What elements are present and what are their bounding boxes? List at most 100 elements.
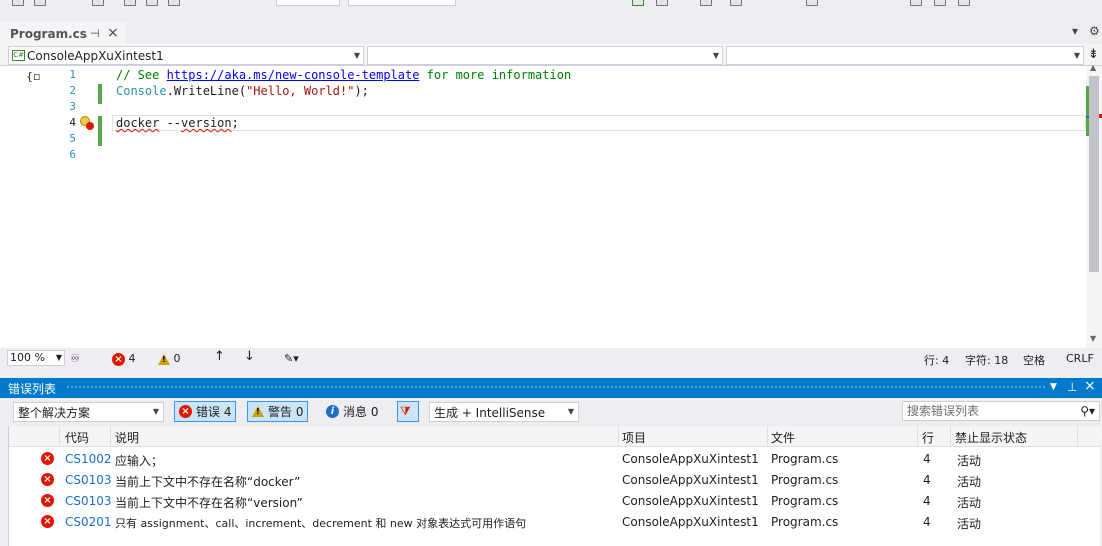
browse-icon[interactable] [700,0,712,6]
column-header-desc[interactable]: 说明 [115,429,139,446]
comment-icon[interactable] [806,0,818,6]
scope-label: 整个解决方案 [18,405,91,420]
chevron-down-icon: ▼ [567,407,574,416]
line-number: 4 [69,116,76,129]
tab-program-cs[interactable]: Program.cs ⊣ × [0,22,126,44]
error-state: 活动 [957,496,982,510]
bookmark-prev-icon[interactable] [934,0,946,6]
error-icon: × [41,493,54,507]
arrow-down-icon[interactable]: ↓ [244,349,255,364]
split-icon[interactable]: ⇟ [1088,47,1099,62]
error-code-link[interactable]: CS0103 [65,473,112,487]
scope-dropdown[interactable]: 整个解决方案 ▼ [13,402,164,422]
forward-icon[interactable] [34,0,46,6]
error-icon: × [41,472,54,486]
error-line: 4 [923,473,931,487]
drag-grip[interactable] [66,385,1046,390]
change-bar [98,84,102,104]
column-header-project[interactable]: 项目 [622,429,646,446]
code-line-4: docker --version; [116,116,239,130]
current-line-highlight [112,115,1086,131]
editor-scrollbar[interactable]: ▲ ▼ [1086,63,1102,348]
scroll-down-icon[interactable]: ▼ [1090,334,1096,343]
configuration-combo[interactable] [276,0,340,6]
source-dropdown[interactable]: 生成 + IntelliSense ▼ [429,402,579,422]
stop-icon[interactable] [656,0,668,6]
navigation-bar: C# ConsoleAppXuXintest1 ▼ ▼ ▼ ⇟ [0,44,1102,66]
pin-icon[interactable]: ⊥ [1067,380,1077,394]
grid-header: 代码 说明 项目 文件 行 禁止显示状态 [9,426,1101,447]
table-row[interactable]: × CS0103 当前上下文中不存在名称“docker” ConsoleAppX… [9,469,1101,490]
error-description: 当前上下文中不存在名称“version” [115,496,303,510]
error-code-link[interactable]: CS0103 [65,494,112,508]
error-project: ConsoleAppXuXintest1 [622,494,759,508]
line-ending-indicator[interactable]: CRLF [1066,352,1094,365]
error-list-grid: 代码 说明 项目 文件 行 禁止显示状态 × CS1002 应输入； Conso… [8,426,1101,546]
zoom-combo[interactable]: 100 % ▼ [7,350,65,366]
error-count[interactable]: × 4 [112,352,136,366]
references-icon[interactable]: {▫ [26,70,40,83]
member-dropdown[interactable]: ▼ [726,46,1084,65]
csharp-project-icon: C# [12,50,25,61]
column-header-line[interactable]: 行 [922,429,934,446]
chevron-down-icon: ▼ [1073,51,1080,60]
error-icon: × [41,514,54,528]
gear-icon[interactable]: ⚙ [1089,24,1100,38]
change-bar [98,116,102,146]
column-header-file[interactable]: 文件 [771,429,795,446]
errors-filter-button[interactable]: × 错误 4 [174,401,237,422]
char-indicator[interactable]: 字符: 18 [965,352,1008,368]
copilot-icon[interactable]: ♾ [70,352,80,365]
panel-title: 错误列表 [8,381,57,396]
whitespace-indicator[interactable]: 空格 [1023,352,1045,368]
scroll-up-icon[interactable]: ▲ [1090,63,1096,72]
error-code-link[interactable]: CS0201 [65,515,112,529]
table-row[interactable]: × CS0103 当前上下文中不存在名称“version” ConsoleApp… [9,490,1101,511]
column-header-suppress[interactable]: 禁止显示状态 [955,429,1027,446]
warnings-filter-button[interactable]: 警告 0 [247,401,309,422]
save-icon[interactable] [146,0,158,6]
tab-list-icon[interactable]: ▾ [1072,24,1078,38]
brush-icon[interactable]: ✎▾ [284,352,299,365]
error-icon: × [179,405,192,418]
column-header-code[interactable]: 代码 [65,429,89,446]
open-file-icon[interactable] [124,0,136,6]
save-all-icon[interactable] [168,0,180,6]
arrow-up-icon[interactable]: ↑ [214,349,225,364]
back-icon[interactable] [12,0,24,6]
new-item-icon[interactable] [92,0,104,6]
error-marker-icon [86,122,94,130]
template-link[interactable]: https://aka.ms/new-console-template [167,68,420,82]
document-tab-bar: Program.cs ⊣ × ▾ ⚙ [0,22,1102,44]
pin-icon[interactable]: ⊣ [90,27,100,40]
bookmark-icon[interactable] [910,0,922,6]
line-indicator[interactable]: 行: 4 [924,352,949,368]
chevron-down-icon[interactable]: ▼ [1050,382,1057,392]
error-description: 只有 assignment、call、increment、decrement 和… [115,517,527,530]
start-icon[interactable] [632,0,644,6]
filter-toggle-button[interactable]: ⧩ [397,401,419,422]
error-line: 4 [923,494,931,508]
messages-filter-button[interactable]: i 消息 0 [321,401,383,422]
search-icon: ⚲▾ [1080,404,1095,418]
table-row[interactable]: × CS1002 应输入； ConsoleAppXuXintest1 Progr… [9,448,1101,469]
platform-combo[interactable] [348,0,456,6]
error-file: Program.cs [771,515,839,529]
warning-count[interactable]: 0 [158,352,181,365]
code-editor[interactable]: {▫ 1 2 3 4 5 6 // See https://aka.ms/new… [0,66,1086,348]
close-icon[interactable]: × [1084,378,1096,394]
project-dropdown[interactable]: C# ConsoleAppXuXintest1 ▼ [8,46,364,65]
type-dropdown[interactable]: ▼ [367,46,723,65]
scroll-thumb[interactable] [1089,76,1099,272]
layout-icon[interactable] [730,0,742,6]
table-row[interactable]: × CS0201 只有 assignment、call、increment、de… [9,511,1101,532]
error-project: ConsoleAppXuXintest1 [622,515,759,529]
error-state: 活动 [957,454,982,468]
line-number: 3 [69,100,76,113]
error-file: Program.cs [771,452,839,466]
bookmark-next-icon[interactable] [958,0,970,6]
close-icon[interactable]: × [107,25,119,41]
search-input[interactable]: 搜索错误列表 ⚲▾ [902,401,1100,421]
error-code-link[interactable]: CS1002 [65,452,112,466]
warning-icon [158,353,170,365]
